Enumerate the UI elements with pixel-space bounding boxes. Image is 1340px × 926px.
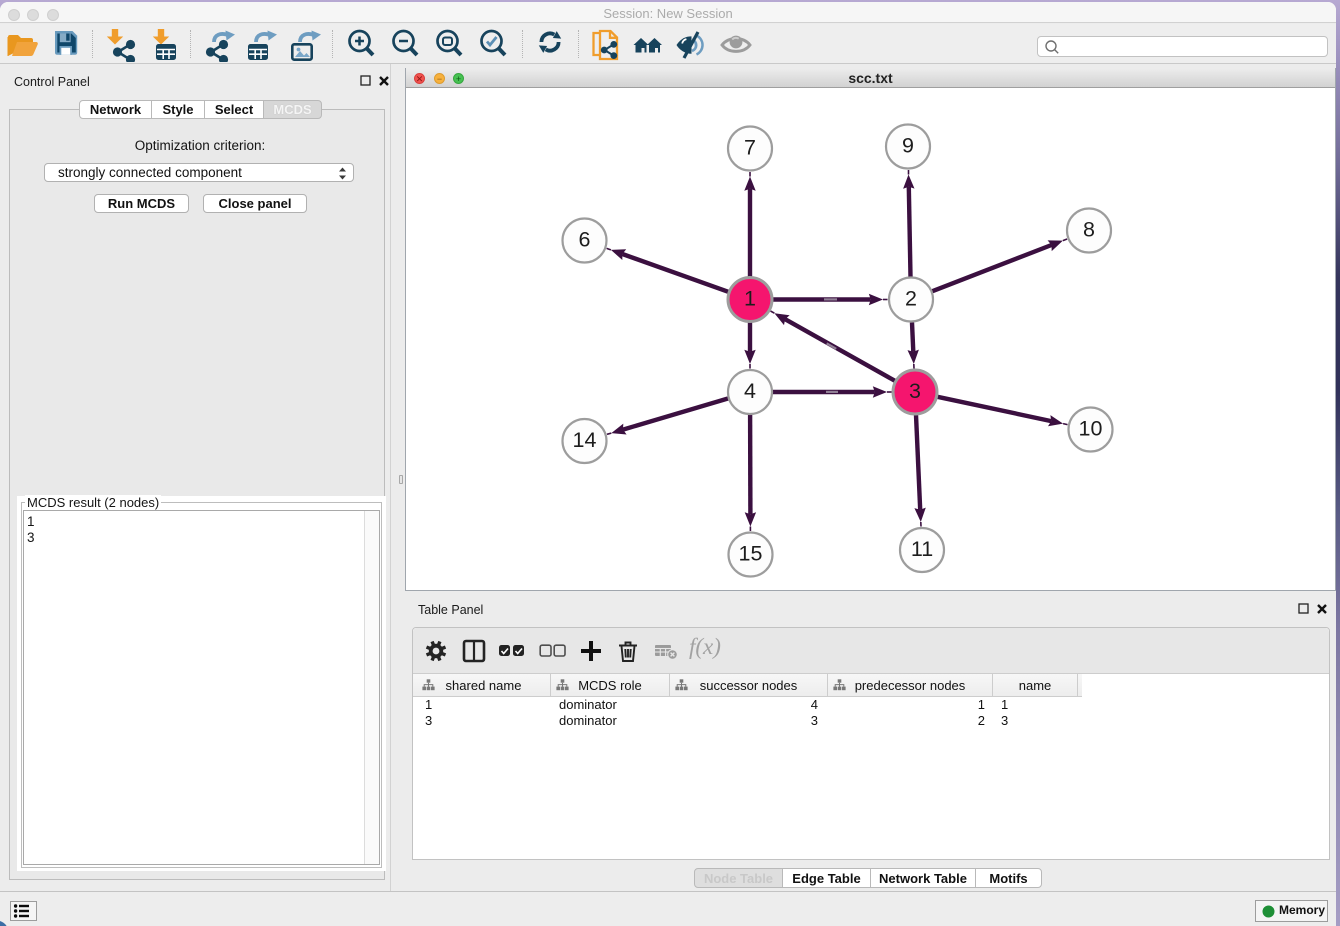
- svg-text:11: 11: [911, 537, 933, 561]
- svg-text:9: 9: [902, 134, 914, 158]
- svg-text:1: 1: [744, 287, 756, 311]
- svg-text:8: 8: [1083, 218, 1095, 242]
- svg-text:2: 2: [905, 287, 917, 311]
- svg-text:6: 6: [579, 228, 591, 252]
- svg-text:3: 3: [909, 379, 921, 403]
- svg-text:7: 7: [744, 136, 756, 160]
- svg-text:15: 15: [739, 542, 763, 566]
- svg-text:4: 4: [744, 379, 756, 403]
- svg-text:14: 14: [573, 428, 597, 452]
- svg-text:10: 10: [1079, 417, 1103, 441]
